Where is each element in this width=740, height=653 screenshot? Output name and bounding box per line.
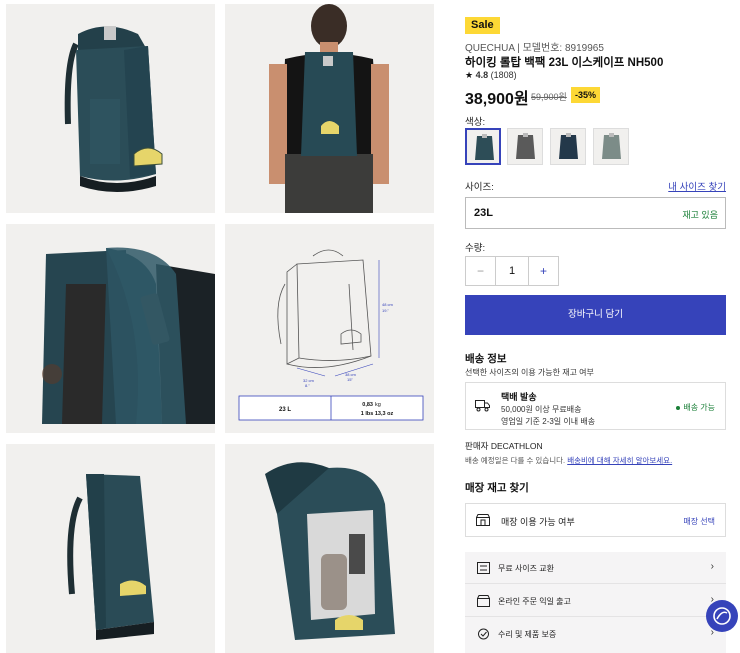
service-label: 무료 사이즈 교환: [498, 564, 554, 573]
find-my-size-link[interactable]: 내 사이즈 찾기: [668, 179, 726, 193]
stock-status: 재고 있음: [682, 210, 718, 220]
model-back-photo: [225, 4, 434, 213]
color-swatch-sage[interactable]: [593, 128, 629, 165]
services-list: 무료 사이즈 교환 › 온라인 주문 익일 출고 › 수리 및 제품 보증 ›: [465, 552, 726, 653]
quantity-stepper: − 1 +: [465, 256, 559, 286]
service-item-next-day[interactable]: 온라인 주문 익일 출고 ›: [465, 585, 726, 617]
increase-quantity-button[interactable]: +: [528, 257, 558, 285]
store-pickup-icon: [477, 595, 490, 607]
delivery-note: 배송 예정일은 다를 수 있습니다. 배송비에 대해 자세히 알아보세요.: [465, 456, 673, 465]
chat-assistant-icon: [713, 607, 731, 625]
size-exchange-icon: [477, 562, 490, 574]
product-image-dimensions[interactable]: 48 cm 19." 32 cm 8." 38 cm 15" 23 L 0,83…: [225, 224, 434, 433]
quantity-label: 수량:: [465, 243, 486, 254]
dimension-diagram: 48 cm 19." 32 cm 8." 38 cm 15" 23 L 0,83…: [225, 224, 434, 433]
color-swatch-grey[interactable]: [507, 128, 543, 165]
backpack-thumb-icon: [602, 133, 621, 159]
shipping-cost-link[interactable]: 배송비에 대해 자세히 알아보세요.: [567, 456, 672, 465]
color-swatch-navy[interactable]: [550, 128, 586, 165]
backpack-thumb-icon: [559, 133, 578, 159]
store-icon: [476, 514, 490, 526]
color-label: 색상:: [465, 117, 486, 128]
backpack-photo-front: [6, 4, 215, 213]
backpack-thumb-icon: [516, 133, 535, 159]
shipping-subtext: 선택한 사이즈의 이용 가능한 재고 여부: [465, 368, 594, 377]
original-price: 59,900원: [531, 92, 567, 102]
store-availability[interactable]: 매장 이용 가능 여부 매장 선택: [465, 503, 726, 537]
weight-kg-unit: kg: [375, 402, 381, 408]
weight-kg-label: 0,83: [362, 402, 373, 408]
rating-count: (1808): [490, 70, 517, 80]
backpack-side-photo: [6, 444, 215, 653]
size-value: 23L: [474, 207, 493, 219]
shipping-method: 택배 발송: [501, 392, 537, 402]
star-icon: ★: [465, 70, 474, 80]
chat-assistant-button[interactable]: [706, 600, 738, 632]
store-availability-label: 매장 이용 가능 여부: [501, 517, 575, 527]
current-price: 38,900원: [465, 91, 529, 108]
open-backpack-photo: [225, 444, 434, 653]
store-stock-heading: 매장 재고 찾기: [465, 482, 529, 494]
sale-badge: Sale: [465, 17, 500, 34]
weight-lbs-label: 1 lbs 13,3 oz: [361, 411, 394, 417]
backpack-thumb-icon: [475, 134, 494, 160]
add-to-cart-button[interactable]: 장바구니 담기: [465, 295, 726, 335]
side-pocket-photo: [6, 224, 215, 433]
diagram-size-label: 23 L: [279, 407, 291, 413]
truck-icon: [475, 400, 490, 412]
chevron-right-icon: ›: [710, 561, 714, 572]
service-item-repair[interactable]: 수리 및 제품 보증 ›: [465, 618, 726, 650]
size-label: 사이즈:: [465, 182, 494, 193]
shipping-option: 택배 발송 50,000원 이상 무료배송 영업일 기준 2-3일 이내 배송 …: [465, 382, 726, 430]
discount-badge: -35%: [571, 87, 601, 103]
size-selector[interactable]: 23L 재고 있음: [465, 197, 726, 229]
height-in-label: 19.": [382, 308, 390, 313]
service-label: 온라인 주문 익일 출고: [498, 597, 571, 606]
shipping-heading: 배송 정보: [465, 353, 507, 365]
status-dot: [676, 405, 681, 410]
shipping-availability: 배송 가능: [676, 402, 715, 413]
rating[interactable]: ★ 4.8 (1808): [465, 70, 517, 81]
height-cm-label: 48 cm: [382, 302, 394, 307]
product-image-3[interactable]: [6, 224, 215, 433]
product-image-6[interactable]: [225, 444, 434, 653]
product-image-2[interactable]: [225, 4, 434, 213]
product-image-5[interactable]: [6, 444, 215, 653]
color-swatch-teal[interactable]: [465, 128, 501, 165]
service-item-size-exchange[interactable]: 무료 사이즈 교환 ›: [465, 552, 726, 584]
seller-info: 판매자 DECATHLON: [465, 441, 543, 451]
select-store-link[interactable]: 매장 선택: [683, 516, 715, 527]
free-shipping-note: 50,000원 이상 무료배송: [501, 405, 582, 414]
rating-value: 4.8: [475, 70, 489, 80]
product-image-1[interactable]: [6, 4, 215, 213]
depth-in-label: 15": [347, 377, 353, 382]
repair-icon: [478, 628, 489, 640]
delivery-eta: 영업일 기준 2-3일 이내 배송: [501, 417, 596, 426]
decrease-quantity-button[interactable]: −: [466, 257, 496, 285]
quantity-value[interactable]: 1: [496, 257, 528, 285]
product-title: 하이킹 롤탑 백팩 23L 이스케이프 NH500: [465, 57, 664, 69]
service-label: 수리 및 제품 보증: [498, 630, 557, 639]
width-in-label: 8.": [305, 383, 310, 388]
brand-model-line: QUECHUA | 모델번호: 8919965: [465, 43, 604, 54]
